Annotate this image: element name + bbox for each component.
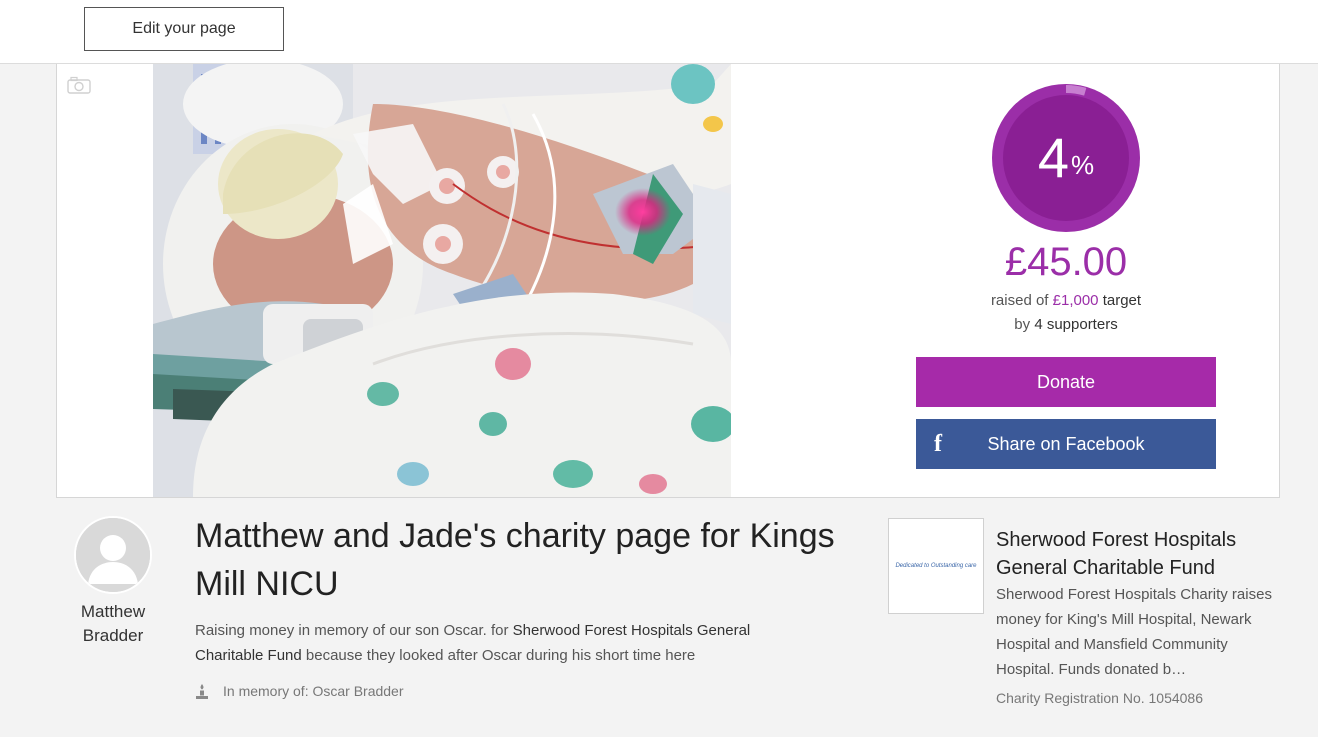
progress-ring: 4% bbox=[992, 84, 1140, 232]
desc-end: because they looked after Oscar during h… bbox=[301, 647, 696, 664]
charity-name[interactable]: Sherwood Forest Hospitals General Charit… bbox=[996, 526, 1286, 582]
desc-start: Raising money in memory of our son Oscar… bbox=[195, 622, 513, 639]
hero-panel: 4% £45.00 raised of £1,000 target by 4 s… bbox=[56, 64, 1280, 498]
facebook-icon: f bbox=[934, 431, 942, 457]
charity-logo-text: Dedicated to Outstanding care bbox=[895, 563, 977, 569]
raised-amount: £45.00 bbox=[1004, 240, 1128, 284]
user-avatar-icon[interactable] bbox=[74, 516, 152, 594]
supporters-line: by 4 supporters bbox=[915, 316, 1217, 333]
page-description: Raising money in memory of our son Oscar… bbox=[195, 618, 815, 668]
in-memory-text: In memory of: Oscar Bradder bbox=[223, 683, 404, 699]
supporters-count: 4 supporters bbox=[1034, 316, 1118, 333]
page-title: Matthew and Jade's charity page for King… bbox=[195, 517, 835, 603]
edit-page-button[interactable]: Edit your page bbox=[84, 7, 284, 51]
page-owner: Matthew Bradder bbox=[70, 516, 156, 648]
donate-label: Donate bbox=[1036, 371, 1096, 392]
in-memory-line: In memory of: Oscar Bradder bbox=[195, 682, 595, 702]
owner-first-name: Matthew bbox=[80, 602, 146, 621]
memorial-candle-icon bbox=[196, 684, 208, 699]
fundraiser-photo bbox=[153, 64, 731, 497]
charity-logo[interactable]: Dedicated to Outstanding care bbox=[888, 518, 984, 614]
target-amount: £1,000 bbox=[1052, 292, 1099, 309]
charity-registration: Charity Registration No. 1054086 bbox=[996, 690, 1204, 706]
raised-prefix: raised of bbox=[990, 292, 1053, 309]
owner-name[interactable]: Matthew Bradder bbox=[70, 600, 156, 648]
camera-icon[interactable] bbox=[67, 76, 91, 94]
owner-last-name: Bradder bbox=[82, 626, 144, 645]
top-bar: Edit your page bbox=[0, 0, 1318, 64]
supporters-prefix: by bbox=[1014, 316, 1035, 333]
share-facebook-label: Share on Facebook bbox=[987, 433, 1145, 454]
progress-percent: 4% bbox=[992, 84, 1140, 232]
target-line: raised of £1,000 target bbox=[915, 292, 1217, 309]
donate-button[interactable]: Donate bbox=[916, 357, 1216, 407]
percent-value: 4 bbox=[1037, 126, 1070, 189]
percent-symbol: % bbox=[1071, 149, 1095, 180]
fundraising-stats: 4% £45.00 raised of £1,000 target by 4 s… bbox=[915, 64, 1217, 497]
target-suffix: target bbox=[1098, 292, 1142, 309]
charity-description: Sherwood Forest Hospitals Charity raises… bbox=[996, 586, 1272, 678]
share-facebook-button[interactable]: f Share on Facebook bbox=[916, 419, 1216, 469]
